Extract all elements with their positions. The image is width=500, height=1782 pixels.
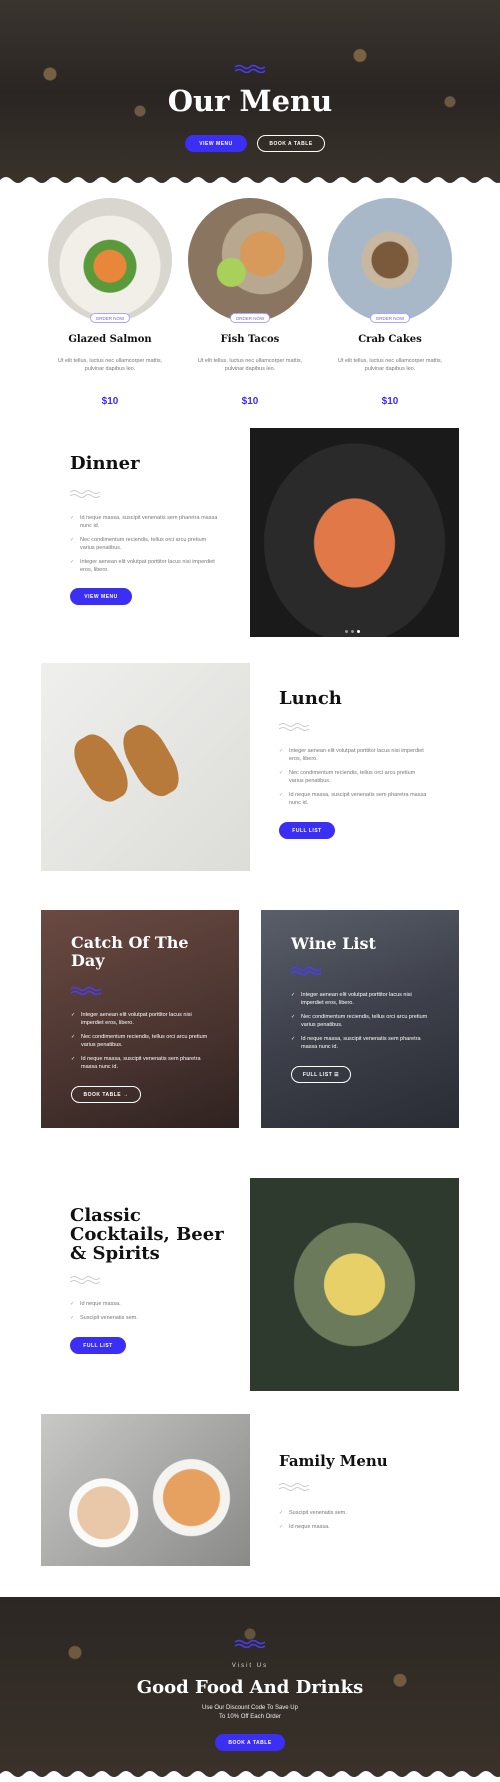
wine-card: Wine List Integer aenean elit volutpat p… [261, 910, 459, 1128]
list-item: Id neque massa. [279, 1524, 429, 1532]
dish-price: $10 [101, 395, 119, 407]
family-list: Suscipit venenatis sem. Id neque massa. [279, 1510, 429, 1538]
cocktails-title: Classic Cocktails, Beer & Spirits [70, 1205, 224, 1264]
salmon-image [48, 198, 172, 322]
wine-list: Integer aenean elit volutpat porttitor l… [291, 992, 431, 1058]
dinner-salmon-image [250, 428, 459, 637]
dish-description: Ut elit tellus, luctus nec ullamcorper m… [57, 358, 163, 373]
squiggle-icon [71, 986, 101, 995]
book-table-button[interactable]: BOOK TABLE → [71, 1086, 141, 1103]
cocktails-list: Id neque massa. Suscipit venenatis sem. [70, 1301, 220, 1329]
family-title: Family Menu [279, 1452, 388, 1470]
wine-title: Wine List [291, 934, 376, 953]
cocktail-image [250, 1178, 459, 1391]
dish-card: ORDER NOW Glazed Salmon Ut elit tellus, … [48, 198, 172, 407]
lunch-full-list-button[interactable]: FULL LIST [279, 822, 335, 839]
squiggle-icon [235, 64, 265, 73]
footer-line-1: Use Our Discount Code To Save Up [202, 1705, 298, 1711]
wine-full-list-button[interactable]: FULL LIST ☰ [291, 1066, 351, 1083]
dish-card: ORDER NOW Fish Tacos Ut elit tellus, luc… [188, 198, 312, 407]
list-item: Nec condimentum reciendis, tellus orci a… [279, 770, 429, 786]
list-item: Suscipit venenatis sem. [70, 1315, 220, 1323]
footer-eyebrow: Visit Us [231, 1663, 269, 1669]
dish-price: $10 [381, 395, 399, 407]
list-item: Nec condimentum reciendis, tellus orci a… [71, 1034, 211, 1050]
list-item: Suscipit venenatis sem. [279, 1510, 429, 1518]
dinner-list: Id neque massa, suscipit venenatis sem p… [70, 515, 220, 581]
page-title: Our Menu [167, 84, 333, 118]
cocktails-full-list-button[interactable]: FULL LIST [70, 1337, 126, 1354]
slider-dots[interactable] [345, 630, 360, 633]
squiggle-icon [235, 1639, 265, 1648]
squiggle-icon [279, 1483, 309, 1491]
list-item: Id neque massa. [70, 1301, 220, 1309]
dish-name: Crab Cakes [358, 334, 422, 345]
list-item: Integer aenean elit volutpat porttitor l… [279, 748, 429, 764]
view-menu-button[interactable]: VIEW MENU [185, 135, 247, 152]
dish-description: Ut elit tellus, luctus nec ullamcorper m… [337, 358, 443, 373]
squiggle-icon [279, 723, 309, 731]
hero-banner: Our Menu VIEW MENU BOOK A TABLE [0, 0, 500, 185]
fish-tacos-image [188, 198, 312, 322]
order-now-button[interactable]: ORDER NOW [230, 313, 270, 323]
squiggle-icon [70, 490, 100, 498]
footer-title: Good Food And Drinks [136, 1677, 364, 1698]
footer-book-table-button[interactable]: BOOK A TABLE [215, 1734, 285, 1751]
order-now-button[interactable]: ORDER NOW [90, 313, 130, 323]
squiggle-icon [70, 1276, 100, 1284]
list-item: Id neque massa, suscipit venenatis sem p… [291, 1036, 431, 1052]
footer-line-2: To 10% Off Each Order [219, 1714, 281, 1720]
family-dishes-image [41, 1414, 250, 1566]
list-item: Id neque massa, suscipit venenatis sem p… [71, 1056, 211, 1072]
dish-price: $10 [241, 395, 259, 407]
catch-title: Catch Of The Day [71, 933, 189, 970]
squiggle-icon [291, 966, 321, 975]
list-item: Integer aenean elit volutpat porttitor l… [71, 1012, 211, 1028]
list-item: Integer aenean elit volutpat porttitor l… [291, 992, 431, 1008]
dinner-view-menu-button[interactable]: VIEW MENU [70, 588, 132, 605]
order-now-button[interactable]: ORDER NOW [370, 313, 410, 323]
dish-name: Glazed Salmon [68, 334, 152, 345]
crab-cakes-image [328, 198, 452, 322]
wave-divider [0, 1771, 500, 1782]
dish-card: ORDER NOW Crab Cakes Ut elit tellus, luc… [328, 198, 452, 407]
list-item: Integer aenean elit volutpat porttitor l… [70, 559, 220, 575]
list-item: Nec condimentum reciendis, tellus orci a… [70, 537, 220, 553]
book-table-button[interactable]: BOOK A TABLE [257, 135, 325, 152]
list-item: Nec condimentum reciendis, tellus orci a… [291, 1014, 431, 1030]
lunch-title: Lunch [279, 688, 342, 709]
lunch-skewers-image [41, 663, 250, 871]
dinner-title: Dinner [70, 453, 140, 474]
dish-description: Ut elit tellus, luctus nec ullamcorper m… [197, 358, 303, 373]
catch-card: Catch Of The Day Integer aenean elit vol… [41, 910, 239, 1128]
footer-cta: Visit Us Good Food And Drinks Use Our Di… [0, 1597, 500, 1782]
lunch-list: Integer aenean elit volutpat porttitor l… [279, 748, 429, 814]
dish-name: Fish Tacos [220, 334, 280, 345]
list-item: Id neque massa, suscipit venenatis sem p… [279, 792, 429, 808]
catch-list: Integer aenean elit volutpat porttitor l… [71, 1012, 211, 1078]
list-item: Id neque massa, suscipit venenatis sem p… [70, 515, 220, 531]
wave-divider [0, 177, 500, 188]
